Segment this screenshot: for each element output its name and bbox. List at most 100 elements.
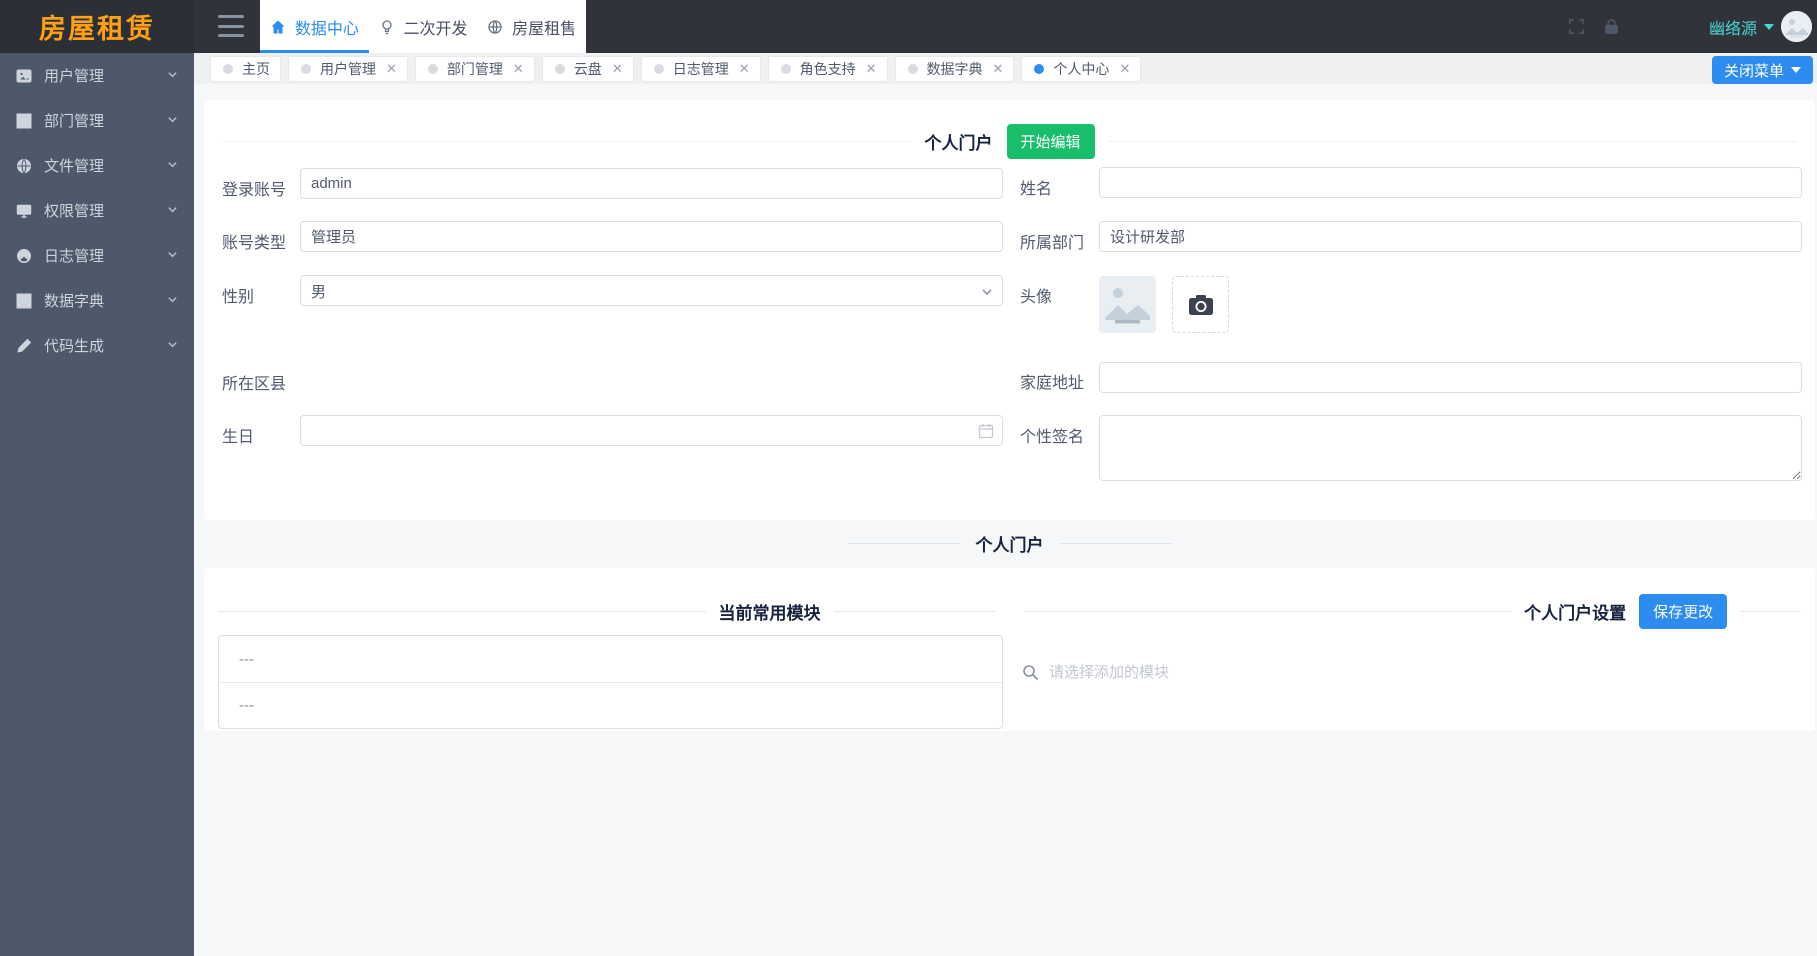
tab-label: 角色支持 bbox=[800, 59, 856, 79]
page: 房屋租赁 用户管理 部门管理 文件管理 权限管理 bbox=[0, 0, 1817, 956]
sidebar-item-user-mgmt[interactable]: 用户管理 bbox=[0, 53, 194, 98]
modules-header: 当前常用模块 bbox=[218, 598, 996, 624]
gender-select[interactable]: 男 bbox=[300, 275, 1003, 306]
close-icon[interactable]: ✕ bbox=[386, 62, 397, 75]
tab-label: 个人中心 bbox=[1053, 59, 1109, 79]
list-item[interactable]: --- bbox=[219, 636, 1002, 682]
department-input[interactable] bbox=[1099, 221, 1802, 252]
sidebar-item-perm-mgmt[interactable]: 权限管理 bbox=[0, 188, 194, 233]
sidebar-item-label: 用户管理 bbox=[44, 65, 167, 86]
globe-icon bbox=[487, 19, 503, 35]
calendar-icon bbox=[978, 423, 994, 439]
module-search-input[interactable] bbox=[1049, 664, 1469, 681]
avatar-thumbnail[interactable] bbox=[1099, 276, 1156, 333]
name-label: 姓名 bbox=[1020, 175, 1052, 199]
sidebar-item-dept-mgmt[interactable]: 部门管理 bbox=[0, 98, 194, 143]
portal-title: 个人门户 bbox=[925, 129, 993, 154]
tab-dot bbox=[908, 64, 918, 74]
username: 幽络源 bbox=[1709, 15, 1757, 39]
tab-role-support[interactable]: 角色支持 ✕ bbox=[768, 56, 888, 82]
upload-avatar-button[interactable] bbox=[1172, 276, 1229, 333]
modules-title: 当前常用模块 bbox=[719, 599, 821, 624]
tab-user-mgmt[interactable]: 用户管理 ✕ bbox=[288, 56, 408, 82]
module-item-label: --- bbox=[239, 651, 254, 668]
globe-icon bbox=[16, 157, 33, 174]
login-account-input[interactable] bbox=[300, 168, 1003, 199]
divider-line bbox=[848, 543, 960, 544]
chevron-down-icon bbox=[167, 67, 178, 84]
account-type-input[interactable] bbox=[300, 221, 1003, 252]
close-icon[interactable]: ✕ bbox=[1119, 62, 1130, 75]
user-menu[interactable]: 幽络源 bbox=[1709, 0, 1812, 53]
account-type-label: 账号类型 bbox=[222, 229, 286, 253]
nav-label: 数据中心 bbox=[295, 15, 359, 39]
tab-log-mgmt[interactable]: 日志管理 ✕ bbox=[641, 56, 761, 82]
tab-dept-mgmt[interactable]: 部门管理 ✕ bbox=[415, 56, 535, 82]
close-icon[interactable]: ✕ bbox=[866, 62, 877, 75]
bulb-icon bbox=[379, 19, 395, 35]
avatar bbox=[1781, 11, 1812, 42]
tab-label: 日志管理 bbox=[673, 59, 729, 79]
save-changes-button[interactable]: 保存更改 bbox=[1639, 594, 1727, 629]
sidebar-item-label: 代码生成 bbox=[44, 335, 167, 356]
start-edit-button[interactable]: 开始编辑 bbox=[1007, 124, 1095, 159]
tab-dict[interactable]: 数据字典 ✕ bbox=[895, 56, 1015, 82]
signature-label: 个性签名 bbox=[1020, 423, 1084, 447]
portal-divider: 个人门户 开始编辑 bbox=[222, 124, 1797, 158]
nav-item-second-dev[interactable]: 二次开发 bbox=[369, 0, 478, 53]
monitor-icon bbox=[16, 202, 33, 219]
sidebar-item-log-mgmt[interactable]: 日志管理 bbox=[0, 233, 194, 278]
birthday-input[interactable] bbox=[300, 415, 1003, 446]
gender-value: 男 bbox=[311, 284, 326, 301]
pencil-icon bbox=[16, 337, 33, 354]
divider-line bbox=[1024, 611, 1511, 612]
divider-line bbox=[218, 611, 706, 612]
tab-bar: 主页 用户管理 ✕ 部门管理 ✕ 云盘 ✕ 日志管理 ✕ 角色支持 ✕ bbox=[194, 53, 1817, 84]
district-label: 所在区县 bbox=[222, 370, 286, 394]
fullscreen-icon[interactable] bbox=[1567, 17, 1586, 36]
camera-icon bbox=[1188, 294, 1214, 316]
chevron-down-icon bbox=[981, 285, 993, 302]
sidebar-item-dict[interactable]: 数据字典 bbox=[0, 278, 194, 323]
module-list: --- --- bbox=[218, 635, 1003, 729]
signature-textarea[interactable] bbox=[1099, 415, 1802, 481]
portal-section-divider: 个人门户 bbox=[204, 530, 1815, 556]
personal-portal-card: 个人门户 开始编辑 登录账号 姓名 账号类型 所属部门 性别 男 头像 所 bbox=[204, 100, 1815, 520]
grid-icon bbox=[16, 112, 33, 129]
close-menu-label: 关闭菜单 bbox=[1724, 60, 1784, 81]
divider-line bbox=[1060, 543, 1172, 544]
hamburger-menu-icon[interactable] bbox=[218, 15, 244, 37]
divider-line bbox=[1109, 141, 1798, 142]
name-input[interactable] bbox=[1099, 167, 1802, 198]
tab-dot bbox=[781, 64, 791, 74]
header: 数据中心 二次开发 房屋租售 幽络源 bbox=[194, 0, 1817, 53]
avatar-label: 头像 bbox=[1020, 283, 1052, 307]
chevron-down-icon bbox=[167, 112, 178, 129]
close-icon[interactable]: ✕ bbox=[739, 62, 750, 75]
list-item[interactable]: --- bbox=[219, 682, 1002, 728]
sidebar-item-codegen[interactable]: 代码生成 bbox=[0, 323, 194, 368]
nav-item-house-sale[interactable]: 房屋租售 bbox=[477, 0, 586, 53]
close-icon[interactable]: ✕ bbox=[513, 62, 524, 75]
close-icon[interactable]: ✕ bbox=[612, 62, 623, 75]
gender-label: 性别 bbox=[222, 283, 254, 307]
tab-dot bbox=[1034, 64, 1044, 74]
close-menu-button[interactable]: 关闭菜单 bbox=[1712, 56, 1813, 84]
chevron-down-icon bbox=[167, 247, 178, 264]
tab-cloud-disk[interactable]: 云盘 ✕ bbox=[542, 56, 634, 82]
nav-item-data-center[interactable]: 数据中心 bbox=[260, 0, 369, 53]
image-icon bbox=[16, 67, 33, 84]
close-icon[interactable]: ✕ bbox=[993, 62, 1004, 75]
divider-line bbox=[1740, 611, 1801, 612]
lock-icon[interactable] bbox=[1602, 17, 1621, 36]
pie-icon bbox=[16, 247, 33, 264]
sidebar-item-label: 日志管理 bbox=[44, 245, 167, 266]
home-address-input[interactable] bbox=[1099, 362, 1802, 393]
tab-personal-center[interactable]: 个人中心 ✕ bbox=[1021, 56, 1141, 82]
tab-home[interactable]: 主页 bbox=[210, 56, 281, 82]
login-account-label: 登录账号 bbox=[222, 176, 286, 200]
tab-label: 云盘 bbox=[574, 59, 602, 79]
sidebar-item-file-mgmt[interactable]: 文件管理 bbox=[0, 143, 194, 188]
sidebar: 房屋租赁 用户管理 部门管理 文件管理 权限管理 bbox=[0, 0, 194, 956]
tab-dot bbox=[223, 64, 233, 74]
